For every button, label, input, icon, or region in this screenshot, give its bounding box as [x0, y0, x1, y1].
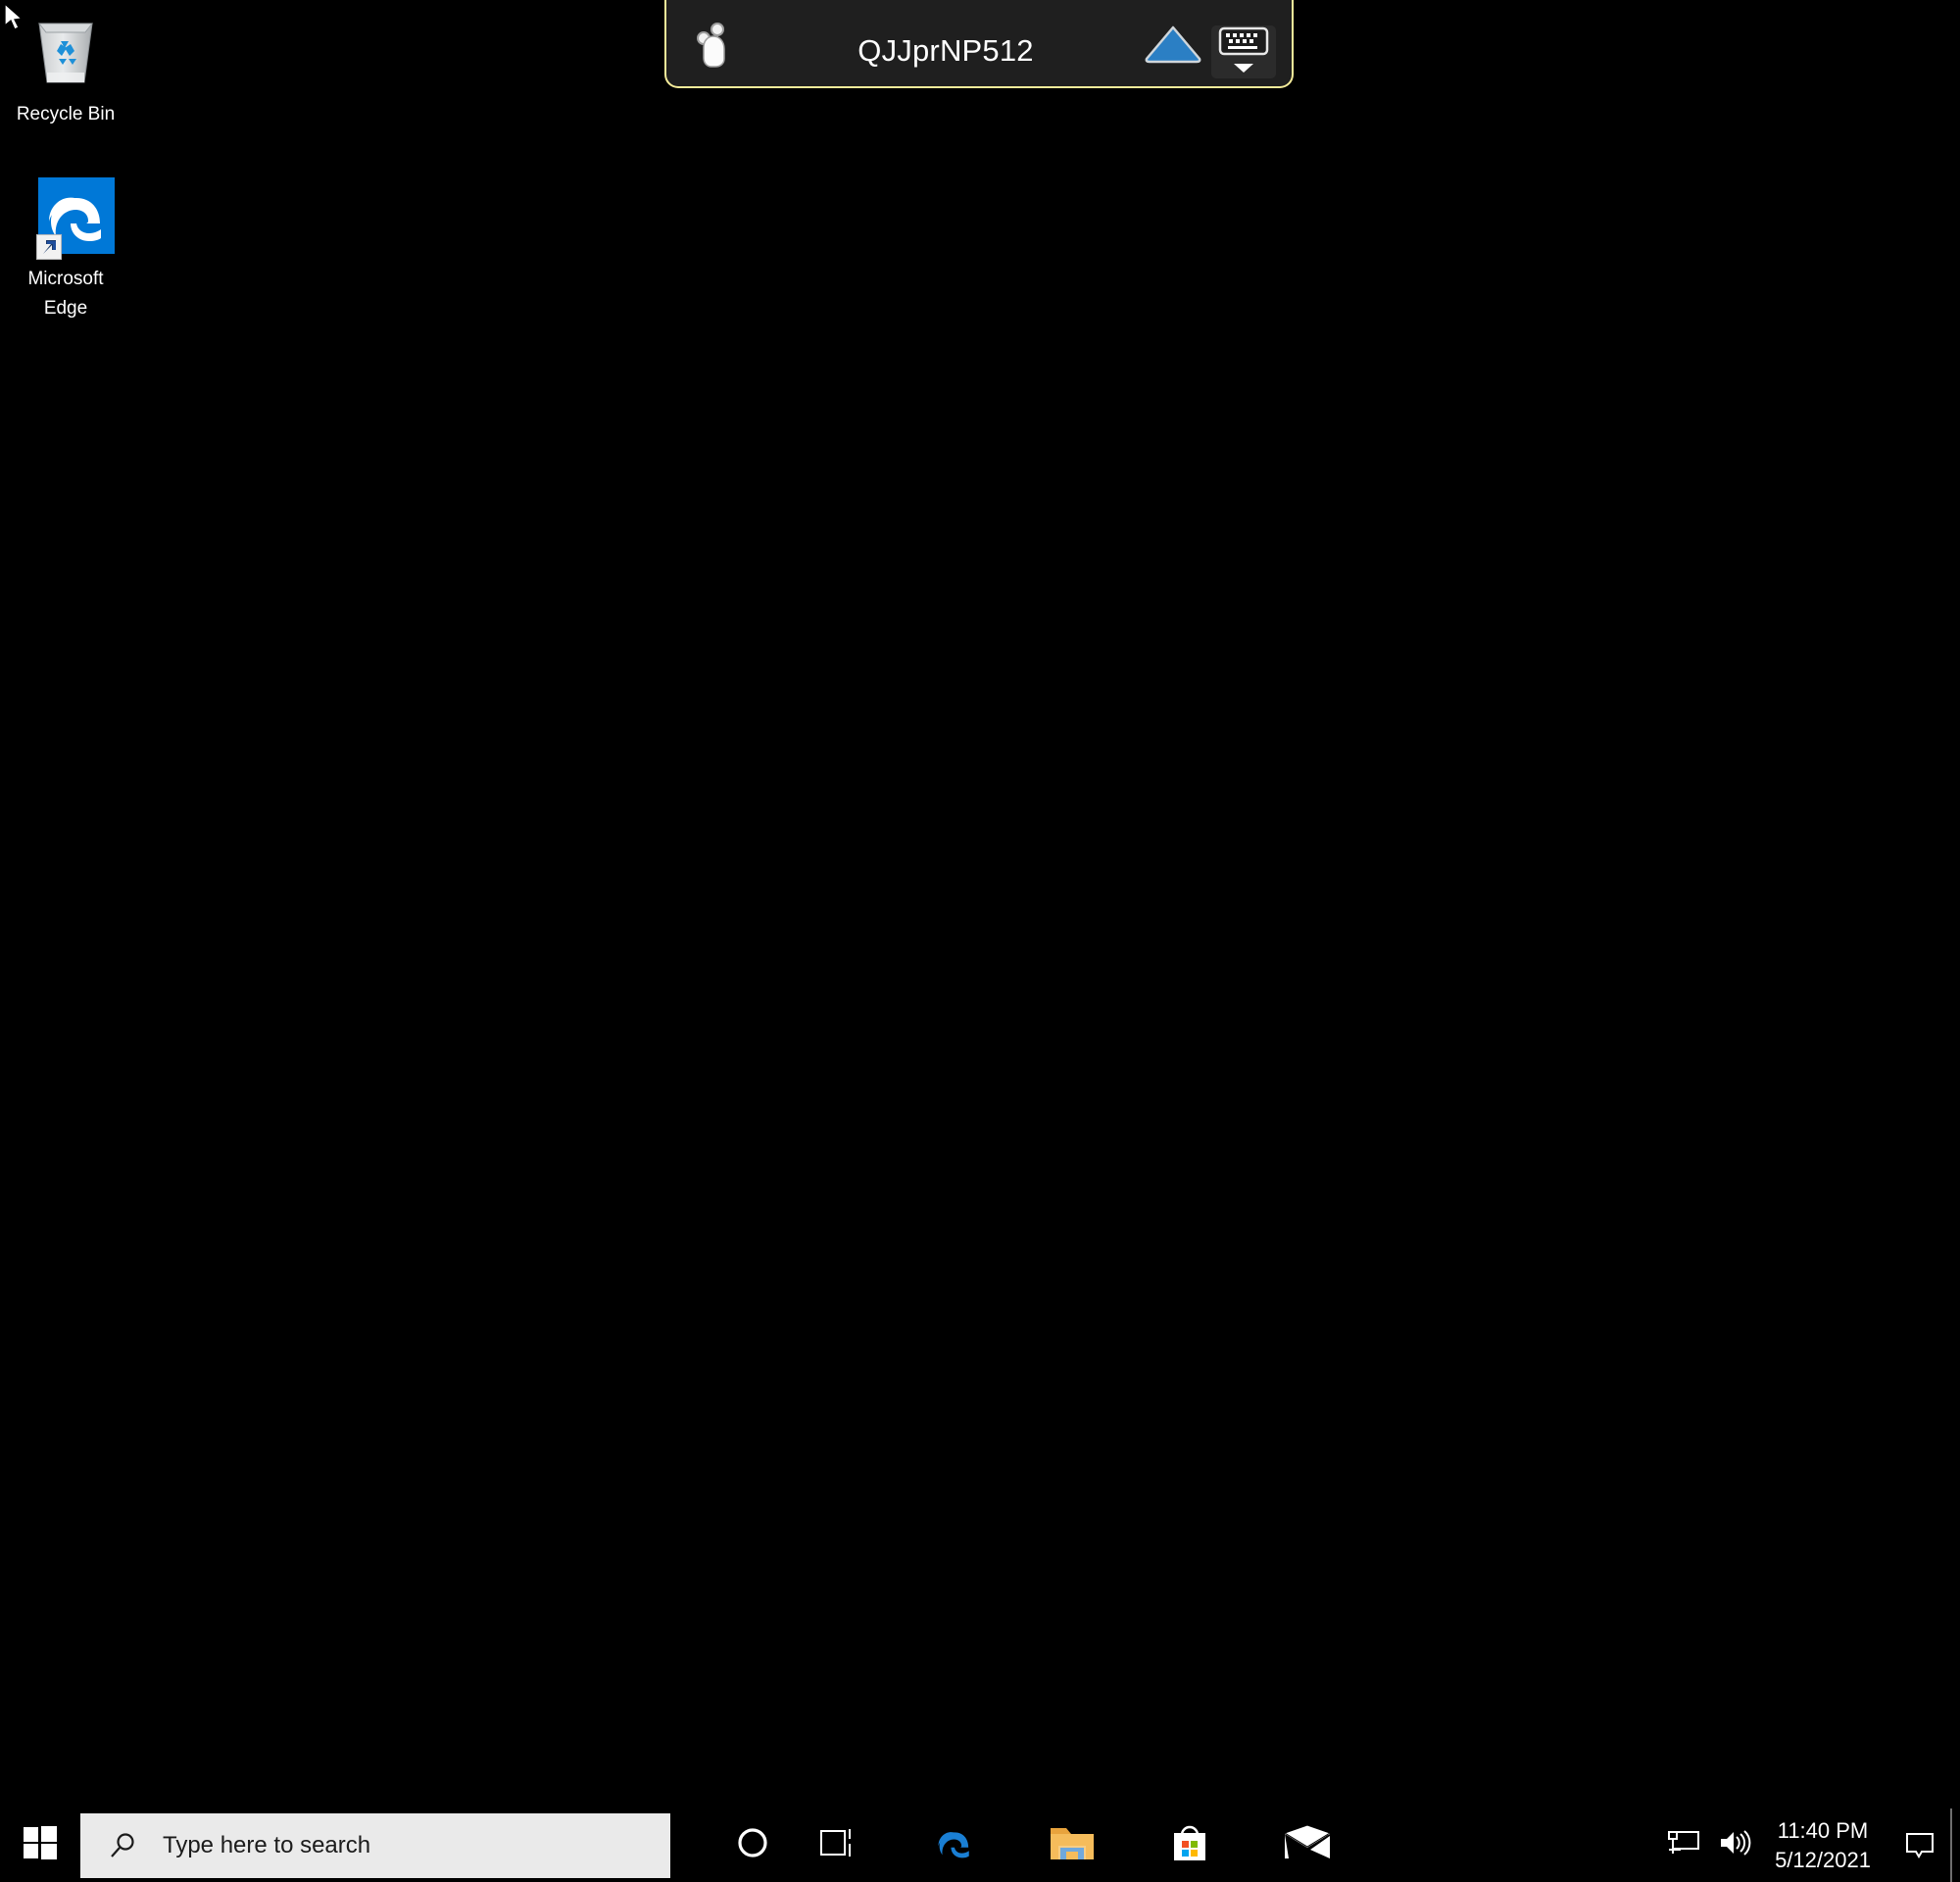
edge-icon [22, 173, 115, 261]
blue-triangle-up-icon [1143, 24, 1203, 70]
desktop[interactable]: Recycle Bin Microsoft Edge QJJprNP512 Ty… [0, 0, 1960, 1882]
speaker-icon [1718, 1828, 1751, 1862]
action-center-button[interactable] [1889, 1808, 1950, 1882]
speech-bubble-icon [1906, 1832, 1934, 1858]
pin-button[interactable] [672, 14, 757, 78]
clock[interactable]: 11:40 PM 5/12/2021 [1760, 1816, 1889, 1875]
search-placeholder: Type here to search [163, 1831, 371, 1858]
clock-date: 5/12/2021 [1775, 1847, 1871, 1872]
envelope-icon [1283, 1824, 1332, 1865]
task-view-icon [819, 1827, 858, 1863]
taskbar-item-mail[interactable] [1264, 1808, 1350, 1882]
folder-icon [1049, 1822, 1096, 1868]
recycle-bin-icon [22, 8, 110, 96]
desktop-icon-label-line2: Edge [43, 298, 88, 319]
desktop-icon-microsoft-edge[interactable]: Microsoft Edge [2, 173, 129, 323]
taskbar-item-task-view[interactable] [796, 1808, 882, 1882]
desktop-icon-label: Recycle Bin [16, 104, 116, 124]
cortana-circle-icon [736, 1826, 769, 1864]
windows-logo-icon [24, 1826, 57, 1864]
tray-volume-button[interactable] [1709, 1808, 1760, 1882]
connection-title: QJJprNP512 [858, 33, 1034, 68]
keyboard-icon [1218, 26, 1269, 61]
search-input[interactable]: Type here to search [80, 1812, 670, 1878]
edge-icon [932, 1820, 977, 1870]
chevron-down-icon [1231, 61, 1256, 78]
minimize-button[interactable] [1135, 14, 1211, 78]
shortcut-overlay-icon [36, 234, 62, 260]
show-desktop-button[interactable] [1950, 1808, 1960, 1882]
taskbar-item-microsoft-store[interactable] [1147, 1808, 1233, 1882]
system-tray[interactable]: 11:40 PM 5/12/2021 [1658, 1808, 1960, 1882]
tray-network-button[interactable] [1658, 1808, 1709, 1882]
keyboard-button[interactable] [1211, 25, 1276, 78]
search-icon [108, 1831, 137, 1860]
remote-connection-bar[interactable]: QJJprNP512 [664, 0, 1294, 88]
desktop-icon-label-line1: Microsoft [27, 269, 104, 289]
taskbar-item-cortana[interactable] [710, 1808, 796, 1882]
store-bag-icon [1168, 1821, 1211, 1869]
taskbar[interactable]: Type here to search 11:40 PM 5/12/2021 [0, 1808, 1960, 1882]
clock-time: 11:40 PM [1777, 1817, 1869, 1843]
monitor-network-icon [1667, 1828, 1700, 1862]
pin-icon [692, 20, 737, 74]
desktop-icon-recycle-bin[interactable]: Recycle Bin [2, 8, 129, 129]
start-button[interactable] [0, 1808, 80, 1882]
taskbar-item-microsoft-edge[interactable] [911, 1808, 998, 1882]
taskbar-item-file-explorer[interactable] [1029, 1808, 1115, 1882]
